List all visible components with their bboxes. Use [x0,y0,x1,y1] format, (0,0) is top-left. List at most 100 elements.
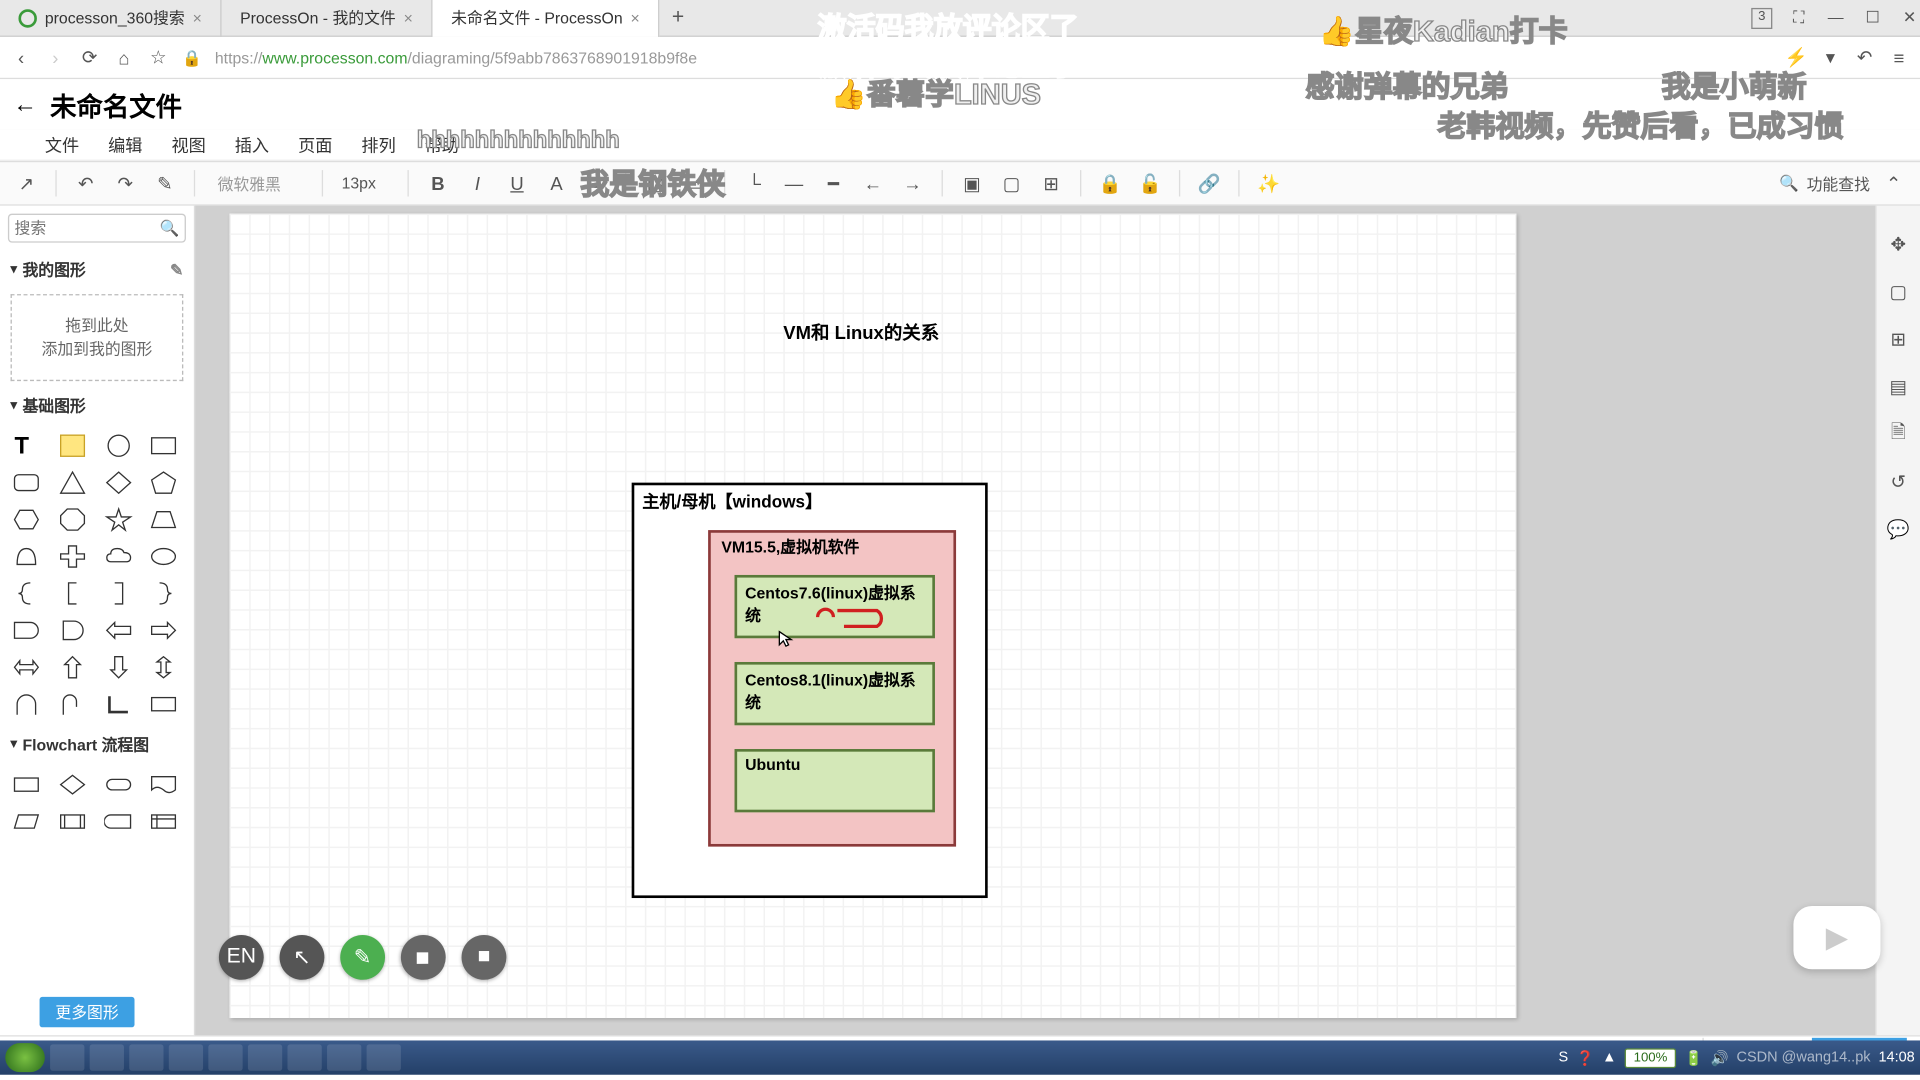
bold-icon[interactable]: B [422,167,454,199]
undo-icon[interactable]: ↶ [70,167,102,199]
format-painter-icon[interactable]: ✎ [149,167,181,199]
shape-process[interactable] [8,769,45,801]
shape-predef[interactable] [54,806,91,838]
magic-icon[interactable]: ✨ [1253,167,1285,199]
cursor-icon[interactable]: ↗ [11,167,43,199]
shape-pentagon[interactable] [145,467,182,499]
menu-help[interactable]: 帮助 [425,132,459,157]
italic-icon[interactable]: I [462,167,494,199]
doc-title[interactable]: 未命名文件 [50,85,182,123]
float-lang-button[interactable]: EN [219,935,264,980]
shape-and[interactable] [54,615,91,647]
shape-arrow-d[interactable] [100,651,137,683]
task-icon[interactable] [367,1044,401,1070]
shape-ellipse[interactable] [145,541,182,573]
float-stop-button[interactable]: ■ [462,935,507,980]
bilibili-play-button[interactable]: ▶ [1793,906,1880,969]
shape-arrow-u[interactable] [54,651,91,683]
shape-rounded[interactable] [8,467,45,499]
task-icon[interactable] [129,1044,163,1070]
task-icon[interactable] [327,1044,361,1070]
unlock-tool-icon[interactable]: 🔓 [1134,167,1166,199]
home-icon[interactable]: ⌂ [113,47,134,68]
shape-arrow-l[interactable] [100,615,137,647]
shape-text[interactable]: T [8,430,45,462]
paper[interactable]: VM和 Linux的关系 主机/母机【windows】 VM15.5,虚拟机软件… [229,214,1516,1018]
shape-tab[interactable] [8,615,45,647]
menu-edit[interactable]: 编辑 [108,132,142,157]
collapse-icon[interactable]: ⌃ [1878,167,1910,199]
shape-bracket-r[interactable] [100,578,137,610]
search-icon[interactable]: 🔍 [160,219,180,237]
shape-circle[interactable] [100,430,137,462]
arrow-start-icon[interactable]: ← [857,167,889,199]
undo-nav-icon[interactable]: ↶ [1854,47,1875,68]
task-icon[interactable] [90,1044,124,1070]
reload-icon[interactable]: ⟳ [79,47,100,68]
task-icon[interactable] [287,1044,321,1070]
shape-trapezoid[interactable] [145,504,182,536]
menu-insert[interactable]: 插入 [235,132,269,157]
underline-icon[interactable]: U [501,167,533,199]
tray-icon[interactable]: ❓ [1576,1049,1594,1066]
float-eraser-button[interactable]: ◆ [392,926,455,989]
os-box-2[interactable]: Centos8.1(linux)虚拟系统 [735,662,935,725]
shape-arrow-ud[interactable] [145,651,182,683]
close-icon[interactable]: × [404,9,413,27]
shape-plus[interactable] [54,541,91,573]
close-window-icon[interactable]: ✕ [1899,7,1920,28]
shape-brace-r[interactable] [145,578,182,610]
minimize-icon[interactable]: — [1825,7,1846,28]
layers-icon[interactable]: ▤ [1886,375,1910,399]
shape-triangle[interactable] [54,467,91,499]
gift-icon[interactable]: ⛶ [1788,7,1809,28]
back-arrow-icon[interactable]: ← [13,90,37,118]
shape-note[interactable] [54,430,91,462]
search-features[interactable]: 功能查找 [1807,172,1870,194]
shape-rect[interactable] [145,430,182,462]
task-icon[interactable] [208,1044,242,1070]
shape-corner[interactable] [100,688,137,720]
shape-star[interactable] [100,504,137,536]
stroke-icon[interactable]: ▭ [679,167,711,199]
line-style-icon[interactable]: — [778,167,810,199]
zoom-indicator[interactable]: 100% [1624,1048,1676,1068]
close-icon[interactable]: × [631,9,640,27]
fill-icon[interactable]: ▢ [640,167,672,199]
line-weight-icon[interactable]: ━ [818,167,850,199]
flash-icon[interactable]: ⚡ [1786,47,1807,68]
shape-data[interactable] [8,806,45,838]
tray-icon[interactable]: 🔊 [1710,1049,1728,1066]
more-shapes-button[interactable]: 更多图形 [40,997,135,1027]
font-select[interactable]: 微软雅黑 [208,168,308,198]
tray-icon[interactable]: 🔋 [1685,1049,1703,1066]
redo-icon[interactable]: ↷ [109,167,141,199]
menu-icon[interactable]: ≡ [1888,47,1909,68]
shape-decision[interactable] [54,769,91,801]
shape-document[interactable] [145,769,182,801]
group-icon[interactable]: ⊞ [1035,167,1067,199]
front-icon[interactable]: ▣ [956,167,988,199]
shape-brace-l[interactable] [8,578,45,610]
theme-icon[interactable]: ⊞ [1886,327,1910,351]
basic-shapes-header[interactable]: ▾ 基础图形 [0,386,194,424]
lock-tool-icon[interactable]: 🔒 [1095,167,1127,199]
os-box-3[interactable]: Ubuntu [735,749,935,812]
new-tab-button[interactable]: + [660,6,697,30]
task-icon[interactable] [169,1044,203,1070]
menu-file[interactable]: 文件 [45,132,79,157]
shape-diamond[interactable] [100,467,137,499]
clock[interactable]: 14:08 [1878,1050,1914,1066]
shapes-search[interactable]: 🔍 [8,214,186,243]
tab-1[interactable]: ProcessOn - 我的文件 × [222,0,433,36]
star-icon[interactable]: ☆ [148,47,169,68]
chat-icon[interactable]: ▢ [1886,280,1910,304]
edit-icon[interactable]: ✎ [170,260,183,278]
tab-2[interactable]: 未命名文件 - ProcessOn × [433,0,660,36]
page-icon[interactable]: 🗎 [1886,422,1910,446]
host-box[interactable]: 主机/母机【windows】 VM15.5,虚拟机软件 Centos7.6(li… [632,483,988,898]
os-box-1[interactable]: Centos7.6(linux)虚拟系统 [735,575,935,638]
shape-cloud[interactable] [100,541,137,573]
start-button[interactable] [5,1043,45,1072]
shape-stored[interactable] [100,806,137,838]
